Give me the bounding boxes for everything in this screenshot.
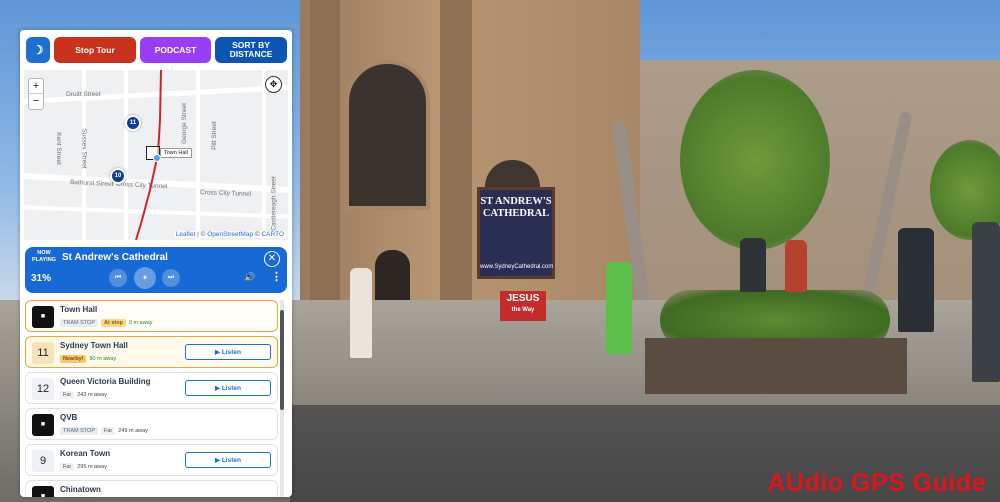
pedestrian xyxy=(898,228,934,332)
stop-list: ■ Town Hall TRAM STOP At stop 9 m away 11 Sydn… xyxy=(25,300,278,497)
stop-name: Sydney Town Hall xyxy=(60,341,128,350)
pedestrian xyxy=(350,268,372,358)
stop-list-item[interactable]: 11 Sydney Town Hall Nearby! 80 m away ▶ List… xyxy=(25,336,278,368)
street-label-kent: Kent Street xyxy=(54,132,62,165)
now-playing-title: St Andrew's Cathedral xyxy=(62,252,168,263)
street-banner-subtitle: the Way xyxy=(511,307,535,313)
user-location-dot xyxy=(153,154,161,162)
stop-number-badge: 12 xyxy=(32,378,54,400)
leaflet-link[interactable]: Leaflet xyxy=(176,231,196,238)
stop-list-item[interactable]: ■ Town Hall TRAM STOP At stop 9 m away xyxy=(25,300,278,332)
map-attribution: Leaflet | © OpenStreetMap © CARTO xyxy=(173,231,286,238)
stop-name: Queen Victoria Building xyxy=(60,377,151,386)
street-label-pitt: Pitt Street xyxy=(210,121,218,150)
pedestrian xyxy=(972,222,1000,382)
stop-list-item[interactable]: ■ Chinatown xyxy=(25,480,278,497)
playback-progress: 31% xyxy=(31,273,52,284)
stop-name: Korean Town xyxy=(60,449,111,458)
stop-distance: 295 m away xyxy=(77,464,107,470)
tram-stop-tag: TRAM STOP xyxy=(60,427,98,435)
close-icon[interactable]: ✕ xyxy=(264,251,280,267)
stop-meta: TRAM STOP At stop 9 m away xyxy=(60,318,153,328)
proximity-status-badge: Far xyxy=(60,391,75,399)
listen-button[interactable]: ▶ Listen xyxy=(185,380,271,396)
street-label-druitt: Druitt Street xyxy=(66,91,101,98)
stop-name: QVB xyxy=(60,413,78,422)
theme-toggle-button[interactable]: ☽ xyxy=(26,37,50,63)
osm-link[interactable]: OpenStreetMap xyxy=(207,231,253,238)
map-view[interactable]: Druitt Street Bathurst Street Cross City… xyxy=(24,70,288,240)
pedestrian xyxy=(606,262,632,354)
street-label-sussex: Sussex Street xyxy=(80,128,88,169)
toolbar: ☽ Stop Tour PODCAST SORT BY DISTANCE xyxy=(20,30,292,70)
zoom-out-button[interactable]: − xyxy=(29,94,43,109)
cathedral-sign-title: ST ANDREW'S CATHEDRAL xyxy=(480,196,552,219)
zoom-control: + − xyxy=(28,78,44,110)
channel-watermark: AUdio GPS Guide xyxy=(767,469,986,497)
stop-meta: Nearby! 80 m away xyxy=(60,354,116,364)
cathedral-window xyxy=(345,60,430,210)
map-marker-10[interactable]: 10 xyxy=(110,168,126,184)
stop-number-badge: 9 xyxy=(32,450,54,472)
stop-distance: 249 m away xyxy=(118,428,148,434)
proximity-status-badge: Far xyxy=(101,427,116,435)
stop-meta: Far 243 m away xyxy=(60,390,107,400)
tram-stop-tag: TRAM STOP xyxy=(60,319,98,327)
cathedral-door xyxy=(375,250,410,300)
pedestrian xyxy=(740,238,766,292)
compass-icon[interactable]: ✥ xyxy=(265,76,282,93)
stop-tour-button[interactable]: Stop Tour xyxy=(54,37,136,63)
volume-icon[interactable]: 🔊 xyxy=(244,272,255,283)
street-banner-title: JESUS xyxy=(506,293,540,304)
now-playing-bar: NOW PLAYING St Andrew's Cathedral 31% ⏮ … xyxy=(25,247,287,293)
map-marker-11[interactable]: 11 xyxy=(125,115,141,131)
stop-list-item[interactable]: 9 Korean Town Far 295 m away ▶ Listen xyxy=(25,444,278,476)
stop-name: Town Hall xyxy=(60,305,98,314)
stop-distance: 9 m away xyxy=(128,320,153,326)
now-playing-label: NOW PLAYING xyxy=(32,250,56,263)
proximity-status-badge: Far xyxy=(60,463,75,471)
stop-meta: TRAM STOP Far 249 m away xyxy=(60,426,148,436)
next-track-icon[interactable]: ⏭ xyxy=(162,269,180,287)
sort-by-distance-button[interactable]: SORT BY DISTANCE xyxy=(215,37,287,63)
previous-track-icon[interactable]: ⏮ xyxy=(109,269,127,287)
map-tooltip: Town Hall xyxy=(160,148,192,158)
proximity-status-badge: Nearby! xyxy=(60,355,87,363)
cathedral-tower-right xyxy=(440,0,472,300)
listen-button[interactable]: ▶ Listen xyxy=(185,344,271,360)
tram-stop-icon: ■ xyxy=(32,306,54,328)
moon-icon: ☽ xyxy=(32,42,44,57)
cathedral-tower-left xyxy=(310,0,340,300)
proximity-status-badge: At stop xyxy=(101,319,126,327)
cathedral-sign-url: www.SydneyCathedral.com xyxy=(480,264,554,270)
tram-stop-icon: ■ xyxy=(32,486,54,497)
stop-distance: 80 m away xyxy=(89,356,117,362)
street-label-castlereagh: Castlereagh Street xyxy=(270,176,278,231)
street-banner: JESUS the Way xyxy=(500,291,546,321)
carto-link[interactable]: CARTO xyxy=(261,231,284,238)
stop-number-badge: 11 xyxy=(32,342,54,364)
podcast-button[interactable]: PODCAST xyxy=(140,37,211,63)
listen-button[interactable]: ▶ Listen xyxy=(185,452,271,468)
tram-stop-icon: ■ xyxy=(32,414,54,436)
cathedral-sign: ST ANDREW'S CATHEDRAL www.SydneyCathedra… xyxy=(477,187,555,279)
more-options-icon[interactable]: ⋮ xyxy=(271,270,282,283)
street-label-george: George Street xyxy=(180,103,188,144)
stop-distance: 243 m away xyxy=(77,392,107,398)
stop-meta: Far 295 m away xyxy=(60,462,107,472)
pedestrian xyxy=(785,240,807,292)
planter-box xyxy=(645,338,907,394)
stop-name: Chinatown xyxy=(60,485,101,494)
pause-icon[interactable]: ⏸ xyxy=(134,267,156,289)
tree-foliage xyxy=(680,70,830,250)
stop-list-item[interactable]: 12 Queen Victoria Building Far 243 m away ▶ … xyxy=(25,372,278,404)
stop-list-item[interactable]: ■ QVB TRAM STOP Far 249 m away xyxy=(25,408,278,440)
zoom-in-button[interactable]: + xyxy=(29,79,43,94)
audio-tour-panel: ☽ Stop Tour PODCAST SORT BY DISTANCE Dru… xyxy=(20,30,292,497)
list-scrollbar-thumb[interactable] xyxy=(280,310,284,410)
attribution-separator: | © xyxy=(195,231,208,238)
